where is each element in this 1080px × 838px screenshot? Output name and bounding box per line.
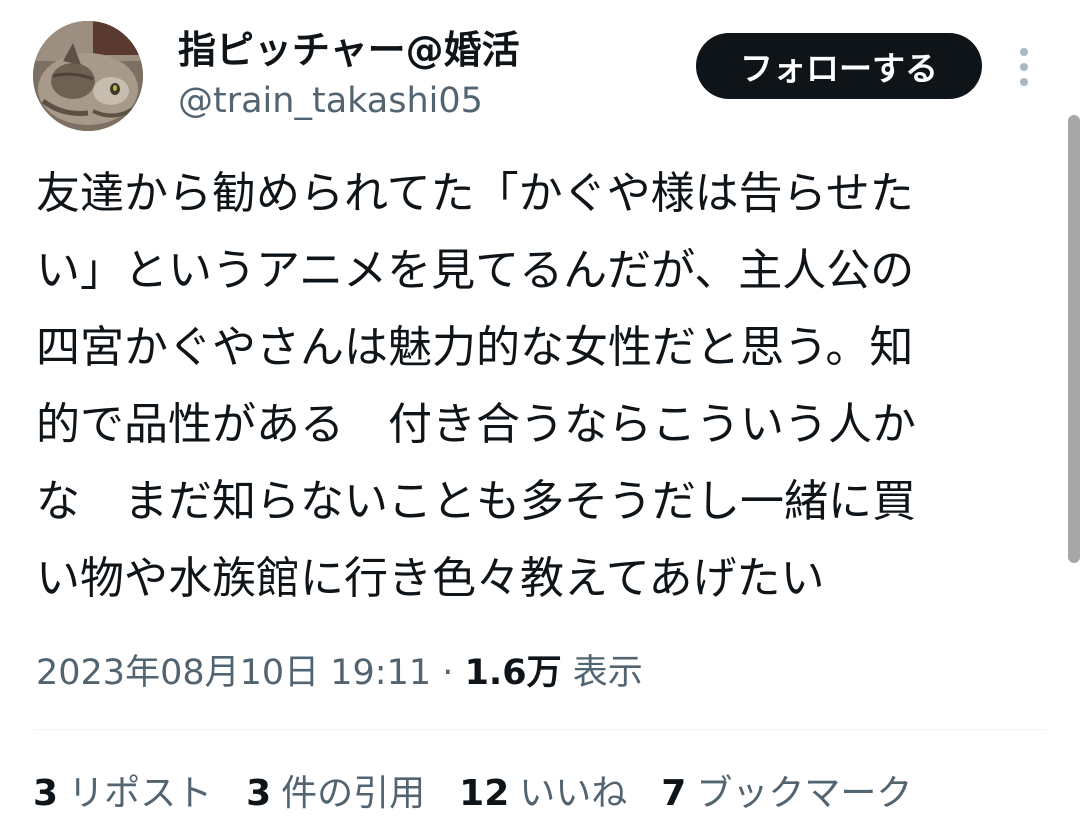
scrollbar[interactable]: [1068, 115, 1080, 563]
bookmarks-label: ブックマーク: [696, 773, 913, 814]
tweet-text-line: 的で品性がある 付き合うならこういう人か: [36, 399, 916, 450]
tweet-text-line: い」というアニメを見てるんだが、主人公の: [36, 245, 915, 296]
reposts-count: 3: [33, 773, 59, 814]
more-vertical-icon[interactable]: [1010, 46, 1038, 88]
views-count: 1.6万: [464, 653, 562, 693]
bookmarks-stat[interactable]: 7 ブックマーク: [661, 765, 912, 823]
cat-avatar-icon: [33, 21, 143, 131]
follow-button[interactable]: フォローする: [696, 33, 982, 99]
tweet-text: 友達から勧められてた「かぐや様は告らせた い」というアニメを見てるんだが、主人公…: [36, 155, 1046, 617]
quotes-count: 3: [246, 773, 272, 814]
author-handle[interactable]: @train_takashi05: [178, 79, 483, 123]
likes-label: いいね: [519, 773, 628, 814]
tweet-text-line: い物や水族館に行き色々教えてあげたい: [36, 553, 825, 604]
likes-stat[interactable]: 12 いいね: [459, 765, 627, 823]
views-label: 表示: [572, 653, 643, 693]
avatar[interactable]: [33, 21, 143, 131]
bookmarks-count: 7: [661, 773, 687, 814]
reposts-stat[interactable]: 3 リポスト: [33, 765, 212, 823]
author-display-name[interactable]: 指ピッチャー@婚活: [178, 26, 520, 74]
quotes-stat[interactable]: 3 件の引用: [246, 765, 425, 823]
likes-count: 12: [459, 773, 510, 814]
divider: [33, 729, 1047, 730]
tweet-text-line: 友達から勧められてた「かぐや様は告らせた: [36, 168, 914, 219]
meta-separator: ·: [442, 653, 454, 693]
reposts-label: リポスト: [68, 773, 213, 814]
engagement-stats: 3 リポスト 3 件の引用 12 いいね 7 ブックマーク: [33, 765, 946, 823]
tweet-timestamp[interactable]: 2023年08月10日 19:11: [36, 653, 431, 693]
tweet-meta: 2023年08月10日 19:11 · 1.6万 表示: [36, 645, 643, 701]
tweet-detail: 指ピッチャー@婚活 @train_takashi05 フォローする 友達から勧め…: [0, 0, 1080, 838]
tweet-text-line: 四宮かぐやさんは魅力的な女性だと思う。知: [36, 322, 914, 373]
quotes-label: 件の引用: [281, 773, 426, 814]
tweet-text-line: な まだ知らないことも多そうだし一緒に買: [36, 476, 916, 527]
